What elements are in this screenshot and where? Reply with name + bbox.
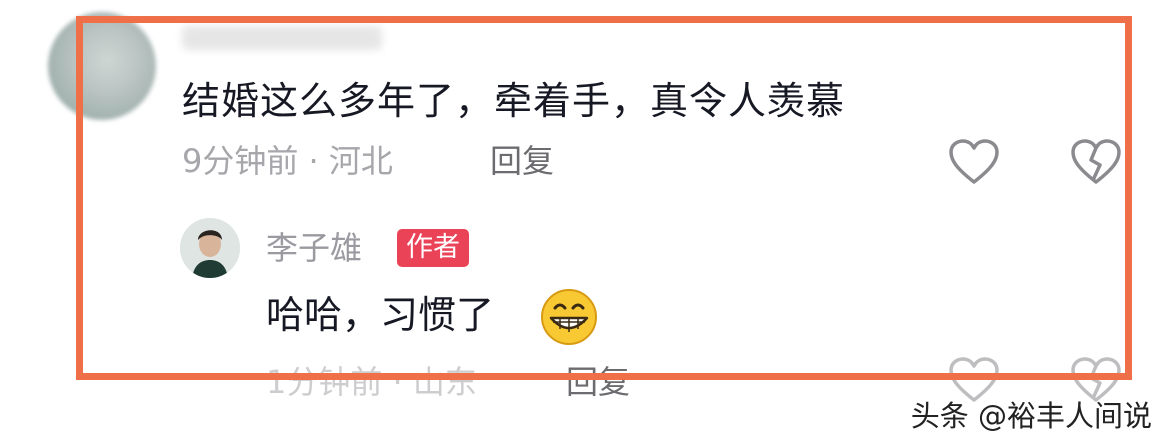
reply-meta: 1分钟前 · 山东 [266, 363, 477, 401]
reply-author-name[interactable]: 李子雄 [266, 228, 362, 268]
grinning-face-icon [540, 288, 598, 346]
dislike-broken-heart-icon[interactable] [1070, 138, 1122, 186]
comment-text: 结婚这么多年了，牵着手，真令人羡慕 [182, 79, 846, 123]
watermark-text: 头条 @裕丰人间说 [910, 399, 1152, 433]
like-heart-icon[interactable] [948, 138, 1000, 186]
comment-meta: 9分钟前 · 河北 [182, 142, 393, 180]
person-photo-icon [180, 218, 240, 278]
author-badge: 作者 [397, 229, 469, 267]
highlight-box [76, 16, 1132, 380]
author-avatar[interactable] [180, 218, 240, 278]
reply-text: 哈哈，习惯了 [266, 293, 495, 337]
commenter-name-blurred[interactable] [182, 26, 382, 50]
commenter-avatar[interactable] [48, 12, 156, 120]
comment-reply-button[interactable]: 回复 [490, 141, 554, 181]
reply-reply-button[interactable]: 回复 [566, 362, 630, 402]
